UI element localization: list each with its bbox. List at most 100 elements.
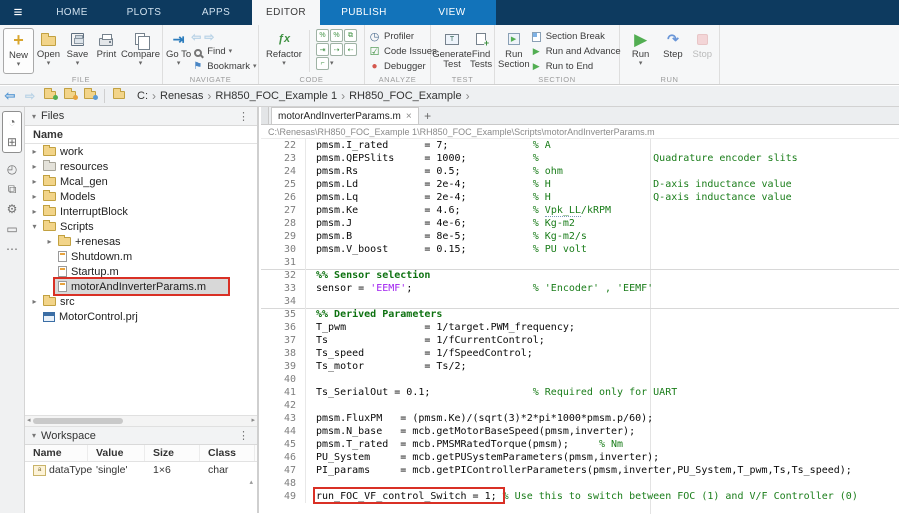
code-line-44[interactable]: 44pmsm.N_base = mcb.getMotorBaseSpeed(pm… bbox=[261, 425, 899, 438]
section-break-button[interactable]: Section Break bbox=[530, 29, 621, 44]
close-icon[interactable]: × bbox=[406, 111, 412, 122]
expand-arrow-icon[interactable]: ▾ bbox=[29, 222, 40, 231]
tree-item-resources[interactable]: ▸resources bbox=[25, 159, 257, 174]
run-section-button[interactable]: Run Section bbox=[498, 28, 530, 74]
tab-bar-handle[interactable] bbox=[261, 107, 269, 124]
breadcrumb-segment[interactable]: Renesas bbox=[158, 90, 205, 102]
history-icon[interactable]: ◴ bbox=[3, 159, 21, 179]
code-line-47[interactable]: 47PI_params = mcb.getPIControllerParamet… bbox=[261, 464, 899, 477]
code-line-39[interactable]: 39Ts_motor = Ts/2; bbox=[261, 360, 899, 373]
horizontal-scrollbar[interactable]: ◂ ▸ bbox=[25, 415, 257, 427]
tree-item-scripts[interactable]: ▾Scripts bbox=[25, 219, 257, 234]
code-line-26[interactable]: 26pmsm.Lq = 2e-4; % H Q-axis inductance … bbox=[261, 191, 899, 204]
find-tests-button[interactable]: Find Tests bbox=[470, 28, 492, 74]
workspace-column-class[interactable]: Class bbox=[200, 445, 255, 461]
project-icon[interactable]: ◔ bbox=[3, 112, 21, 132]
code-line-32[interactable]: 32%% Sensor selection bbox=[261, 269, 899, 282]
profiler-button[interactable]: ◷ Profiler bbox=[368, 29, 428, 44]
code-line-49[interactable]: 49run_FOC_VF_control_Switch = 1; % Use t… bbox=[261, 490, 899, 503]
tree-item-motorcontrol-prj[interactable]: MotorControl.prj bbox=[25, 309, 257, 324]
expand-arrow-icon[interactable]: ▸ bbox=[29, 177, 40, 186]
step-button[interactable]: ↷ Step bbox=[658, 28, 687, 74]
save-button[interactable]: Save ▾ bbox=[63, 28, 92, 74]
code-line-38[interactable]: 38Ts_speed = 1/fSpeedControl; bbox=[261, 347, 899, 360]
scroll-right-icon[interactable]: ▸ bbox=[251, 416, 255, 426]
run-button[interactable]: ▶ Run ▾ bbox=[623, 28, 658, 74]
code-line-37[interactable]: 37Ts = 1/fCurrentControl; bbox=[261, 334, 899, 347]
back-nav-icon[interactable]: ⇦ bbox=[191, 30, 201, 44]
code-line-24[interactable]: 24pmsm.Rs = 0.5; % ohm bbox=[261, 165, 899, 178]
debugger-button[interactable]: ● Debugger bbox=[368, 59, 428, 74]
forward-icon[interactable]: ⇨ bbox=[20, 89, 40, 103]
collapse-icon[interactable]: ▾ bbox=[32, 431, 36, 440]
code-line-25[interactable]: 25pmsm.Ld = 2e-4; % H D-axis inductance … bbox=[261, 178, 899, 191]
find-button[interactable]: Find ▾ bbox=[191, 44, 256, 59]
code-line-45[interactable]: 45pmsm.T_rated = mcb.PMSMRatedTorque(pms… bbox=[261, 438, 899, 451]
refactor-button[interactable]: ƒx Refactor ▾ bbox=[262, 28, 306, 74]
code-line-40[interactable]: 40 bbox=[261, 373, 899, 386]
code-line-46[interactable]: 46PU_System = mcb.getPUSystemParameters(… bbox=[261, 451, 899, 464]
code-line-23[interactable]: 23pmsm.QEPSlits = 1000; % Quadrature enc… bbox=[261, 152, 899, 165]
goto-button[interactable]: ⇥ Go To ▾ bbox=[166, 28, 191, 74]
workspace-row-dataType[interactable]: adataType'single'1×6char bbox=[25, 462, 257, 478]
expand-arrow-icon[interactable]: ▸ bbox=[44, 237, 55, 246]
code-line-30[interactable]: 30pmsm.V_boost = 0.15; % PU volt bbox=[261, 243, 899, 256]
panel-menu-icon[interactable]: ⋮ bbox=[234, 110, 253, 123]
tree-item-startup-m[interactable]: Startup.m bbox=[25, 264, 257, 279]
smart-indent-icon[interactable]: ⇥ bbox=[316, 43, 329, 56]
scroll-up-icon[interactable]: ▴ bbox=[249, 478, 253, 486]
expand-arrow-icon[interactable]: ▸ bbox=[29, 147, 40, 156]
code-line-29[interactable]: 29pmsm.B = 8e-5; % Kg-m2/s bbox=[261, 230, 899, 243]
chevron-down-icon[interactable]: ▾ bbox=[330, 60, 334, 68]
tree-item-mcal-gen[interactable]: ▸Mcal_gen bbox=[25, 174, 257, 189]
tree-item-shutdown-m[interactable]: Shutdown.m bbox=[25, 249, 257, 264]
expand-arrow-icon[interactable]: ▸ bbox=[29, 207, 40, 216]
collapse-icon[interactable]: ▾ bbox=[32, 112, 36, 121]
breadcrumb-segment[interactable]: RH850_FOC_Example bbox=[347, 90, 464, 102]
code-line-48[interactable]: 48 bbox=[261, 477, 899, 490]
generate-test-button[interactable]: T Generate Test bbox=[434, 28, 470, 74]
dependencies-icon[interactable]: ⚙ bbox=[3, 199, 21, 219]
compare-button[interactable]: Compare ▾ bbox=[121, 28, 160, 74]
open-recent-folder-icon[interactable] bbox=[60, 90, 80, 102]
new-tab-button[interactable]: + bbox=[419, 107, 437, 124]
new-folder-icon[interactable] bbox=[40, 90, 60, 102]
menu-tab-view[interactable]: VIEW bbox=[408, 0, 496, 25]
layout-icon[interactable]: ⊞ bbox=[3, 132, 21, 152]
compare-docs-icon[interactable]: ⧉ bbox=[3, 179, 21, 199]
uncomment-icon[interactable]: % bbox=[330, 29, 343, 42]
fold-icon[interactable]: ⌐ bbox=[316, 57, 329, 70]
menu-tab-plots[interactable]: PLOTS bbox=[108, 0, 180, 25]
hamburger-menu-icon[interactable]: ≡ bbox=[0, 0, 36, 25]
scroll-left-icon[interactable]: ◂ bbox=[27, 416, 31, 426]
tree-item-motorandinverterparams-m[interactable]: motorAndInverterParams.m bbox=[25, 279, 257, 294]
open-button[interactable]: Open ▾ bbox=[34, 28, 63, 74]
code-line-42[interactable]: 42 bbox=[261, 399, 899, 412]
expand-arrow-icon[interactable]: ▸ bbox=[29, 297, 40, 306]
code-line-33[interactable]: 33sensor = 'EEMF'; % 'Encoder' , 'EEMF' bbox=[261, 282, 899, 295]
files-column-header[interactable]: Name bbox=[25, 126, 257, 144]
code-line-31[interactable]: 31 bbox=[261, 256, 899, 269]
workspace-column-name[interactable]: Name bbox=[25, 445, 88, 461]
more-icon[interactable]: ⋯ bbox=[3, 239, 21, 259]
code-line-22[interactable]: 22pmsm.I_rated = 7; % A bbox=[261, 139, 899, 152]
panel-icon[interactable]: ▭ bbox=[3, 219, 21, 239]
cloud-folder-icon[interactable] bbox=[80, 90, 100, 102]
bookmark-button[interactable]: ⚑ Bookmark ▾ bbox=[191, 59, 256, 74]
breadcrumb-segment[interactable]: RH850_FOC_Example 1 bbox=[213, 90, 339, 102]
print-button[interactable]: Print bbox=[92, 28, 121, 74]
expand-arrow-icon[interactable]: ▸ bbox=[29, 162, 40, 171]
code-line-43[interactable]: 43pmsm.FluxPM = (pmsm.Ke)/(sqrt(3)*2*pi*… bbox=[261, 412, 899, 425]
run-and-advance-button[interactable]: ▶ Run and Advance bbox=[530, 44, 621, 59]
menu-tab-editor[interactable]: EDITOR bbox=[252, 0, 320, 25]
code-line-35[interactable]: 35%% Derived Parameters bbox=[261, 308, 899, 321]
code-area[interactable]: 22pmsm.I_rated = 7; % A23pmsm.QEPSlits =… bbox=[261, 139, 899, 514]
indent-left-icon[interactable]: ⇠ bbox=[344, 43, 357, 56]
expand-arrow-icon[interactable]: ▸ bbox=[29, 192, 40, 201]
menu-tab-publish[interactable]: PUBLISH bbox=[320, 0, 408, 25]
back-icon[interactable]: ⇦ bbox=[0, 88, 20, 104]
comment-icon[interactable]: % bbox=[316, 29, 329, 42]
menu-tab-home[interactable]: HOME bbox=[36, 0, 108, 25]
indent-right-icon[interactable]: ⇢ bbox=[330, 43, 343, 56]
tree-item-interruptblock[interactable]: ▸InterruptBlock bbox=[25, 204, 257, 219]
